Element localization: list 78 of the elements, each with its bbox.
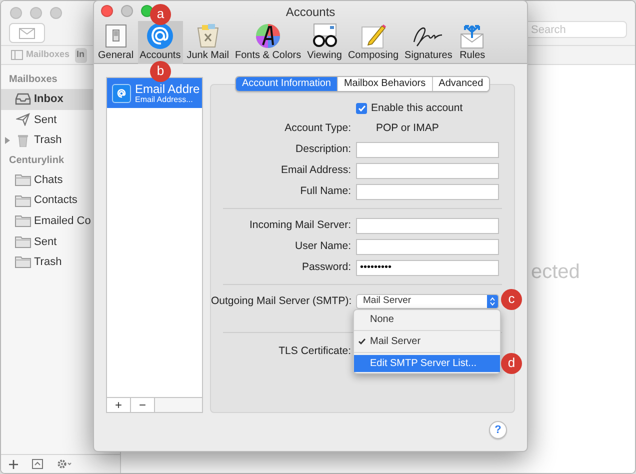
- folder-icon: [14, 236, 30, 248]
- remove-account-button[interactable]: −: [131, 398, 155, 412]
- envelope-icon: [19, 28, 35, 38]
- folder-icon: [14, 215, 30, 228]
- inbox-icon: [14, 93, 30, 106]
- pencil-icon: [359, 22, 388, 50]
- at-sign-icon: [112, 84, 131, 102]
- trash-icon: [18, 134, 28, 147]
- glasses-icon: [310, 22, 339, 50]
- compose-button[interactable]: [9, 23, 45, 43]
- toolbar-item[interactable]: Viewing: [305, 21, 344, 64]
- minimize-button[interactable]: [121, 5, 133, 17]
- window-button[interactable]: [30, 7, 42, 19]
- tab[interactable]: Advanced: [432, 77, 490, 91]
- callout-badge: d: [501, 353, 522, 374]
- field-label: Email Address:: [280, 162, 351, 178]
- toolbar-item[interactable]: Junk Mail: [184, 21, 231, 64]
- mailbox-item[interactable]: Trash: [1, 130, 120, 151]
- field-label: Password:: [300, 260, 351, 275]
- gear-icon[interactable]: [57, 459, 72, 469]
- checkbox[interactable]: [356, 103, 367, 114]
- toolbar-item[interactable]: Accounts: [138, 21, 183, 64]
- mailbox-item[interactable]: Chats: [1, 170, 120, 190]
- menu-item[interactable]: Edit SMTP Server List...: [354, 355, 500, 372]
- add-icon[interactable]: [9, 460, 18, 468]
- callout-badge: c: [501, 289, 522, 310]
- at-sign-icon: [146, 22, 174, 50]
- folder-icon: [14, 194, 30, 207]
- window-button[interactable]: [10, 7, 22, 19]
- section-header: Centurylink: [8, 154, 66, 168]
- mailbox-item[interactable]: Contacts: [1, 190, 120, 211]
- stepper-arrows-icon: [487, 295, 498, 308]
- section-header: Mailboxes: [8, 73, 58, 87]
- mailbox-item[interactable]: Sent: [1, 110, 120, 130]
- password-field[interactable]: •••••••••: [356, 260, 499, 276]
- add-account-button[interactable]: +: [107, 398, 131, 412]
- input-field[interactable]: [356, 162, 499, 178]
- field-label: Description:: [294, 142, 351, 157]
- account-type-value: POP or IMAP: [376, 120, 439, 136]
- zoom-button[interactable]: [141, 5, 153, 17]
- tab[interactable]: Account Information: [236, 77, 337, 91]
- folder-icon: [14, 174, 30, 186]
- input-field[interactable]: [356, 238, 499, 254]
- field-label: Full Name:: [299, 184, 351, 199]
- input-field[interactable]: [356, 218, 499, 234]
- field-label: User Name:: [294, 238, 351, 254]
- toolbar-item[interactable]: Composing: [346, 21, 401, 64]
- field-label: TLS Certificate:: [278, 344, 351, 359]
- field-label: Incoming Mail Server:: [248, 218, 351, 233]
- popup-button[interactable]: Mail Server: [356, 294, 499, 309]
- input-field[interactable]: [356, 184, 499, 200]
- field-label: Account Type:: [284, 120, 351, 136]
- paper-plane-icon: [16, 113, 30, 126]
- window-title: Accounts: [286, 4, 336, 21]
- menu-item[interactable]: Mail Server: [354, 333, 500, 350]
- field-label: Outgoing Mail Server (SMTP):: [211, 294, 351, 309]
- mailbox-item[interactable]: Sent: [1, 232, 120, 252]
- sidebar-icon: [11, 50, 23, 60]
- mailbox-item[interactable]: Emailed Co: [1, 210, 120, 232]
- window-button[interactable]: [50, 7, 62, 19]
- help-button[interactable]: ?: [489, 421, 507, 439]
- checkbox-label: Enable this account: [371, 100, 463, 116]
- checkmark-icon: [358, 338, 366, 345]
- toolbar-item[interactable]: Fonts & Colors: [232, 21, 304, 64]
- folder-icon: [14, 256, 30, 268]
- account-item[interactable]: Email Addre Email Address...: [107, 78, 202, 108]
- empty-state-text: ected: [531, 260, 580, 285]
- menu-item[interactable]: None: [354, 311, 500, 328]
- input-field[interactable]: [356, 142, 499, 158]
- toolbar-item[interactable]: Signatures: [402, 21, 454, 64]
- tab[interactable]: Mailbox Behaviors: [336, 77, 432, 91]
- toolbar-item[interactable]: General: [96, 21, 136, 64]
- color-wheel-icon: [254, 22, 282, 50]
- envelope-arrows-icon: [458, 22, 486, 50]
- mailbox-item[interactable]: Trash: [1, 252, 120, 273]
- disclosure-triangle-icon[interactable]: [5, 136, 10, 144]
- toolbar-item[interactable]: Rules: [456, 21, 488, 64]
- close-button[interactable]: [101, 5, 113, 17]
